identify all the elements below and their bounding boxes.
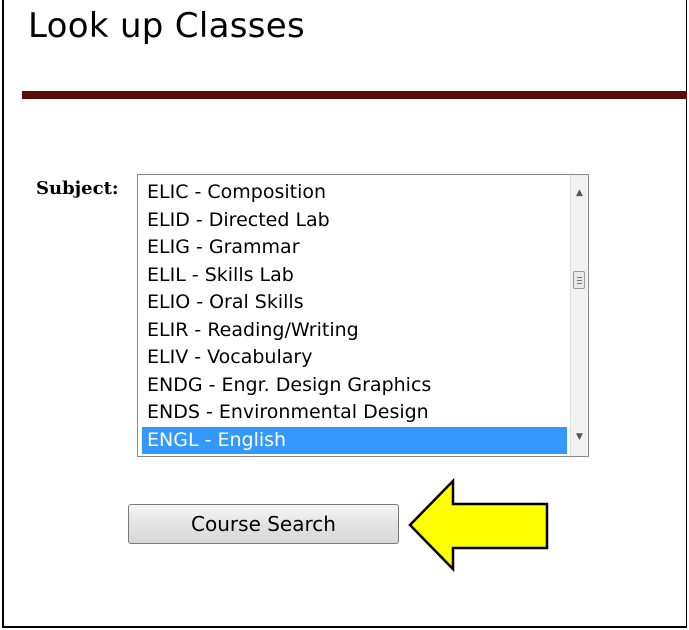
scroll-thumb[interactable] — [573, 271, 585, 289]
subject-option[interactable]: ELIC - Composition — [142, 179, 567, 207]
page-title: Look up Classes — [28, 6, 305, 46]
subject-option[interactable]: ELIO - Oral Skills — [142, 289, 567, 317]
subject-label: Subject: — [36, 178, 119, 199]
thumb-grip-line — [577, 280, 582, 281]
listbox-scrollbar[interactable]: ▲ ▼ — [570, 175, 588, 456]
subject-option[interactable]: ELIR - Reading/Writing — [142, 317, 567, 345]
thumb-grip-line — [577, 283, 582, 284]
scroll-up-arrow-icon[interactable]: ▲ — [571, 185, 588, 202]
yellow-left-arrow-icon — [408, 477, 549, 573]
course-search-button[interactable]: Course Search — [128, 504, 399, 544]
subject-listbox[interactable]: ELIC - Composition ELID - Directed Lab E… — [137, 174, 589, 457]
subject-option[interactable]: ELIV - Vocabulary — [142, 344, 567, 372]
subject-option[interactable]: ENDG - Engr. Design Graphics — [142, 372, 567, 400]
subject-option[interactable]: ELID - Directed Lab — [142, 207, 567, 235]
subject-option[interactable]: ENDS - Environmental Design — [142, 399, 567, 427]
subject-option[interactable]: ELIG - Grammar — [142, 234, 567, 262]
subject-option[interactable]: ELIL - Skills Lab — [142, 262, 567, 290]
scroll-down-arrow-icon[interactable]: ▼ — [571, 429, 588, 446]
title-divider — [22, 91, 687, 99]
subject-option[interactable]: ENGL - English — [142, 426, 567, 454]
thumb-grip-line — [577, 277, 582, 278]
subject-options: ELIC - Composition ELID - Directed Lab E… — [142, 179, 567, 454]
